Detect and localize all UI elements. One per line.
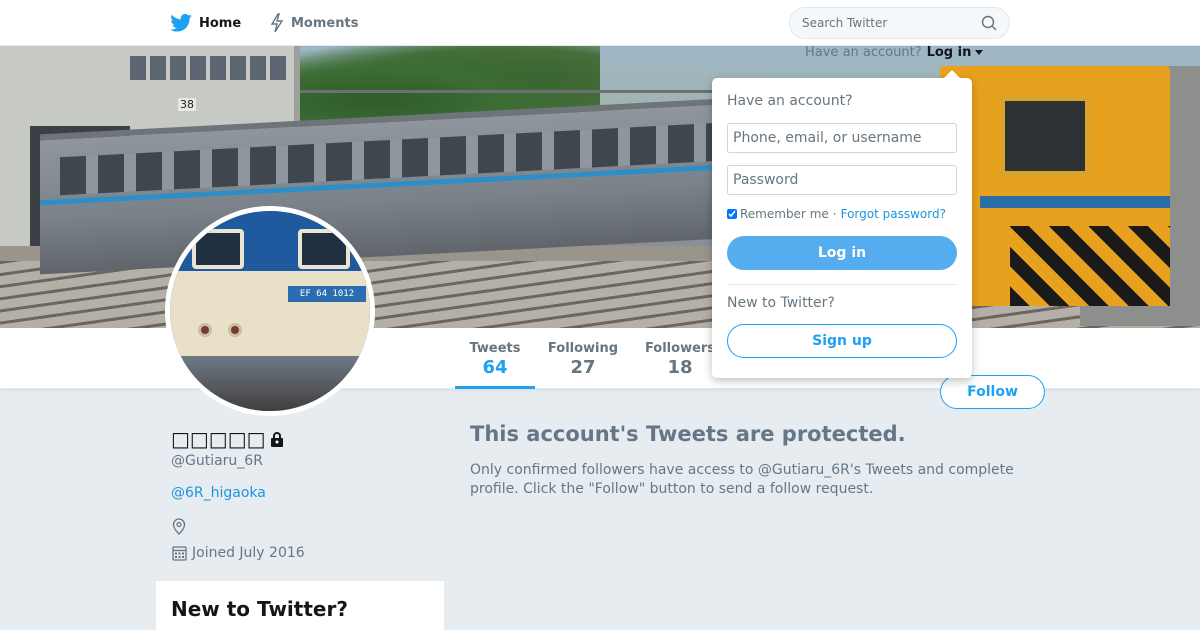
stat-following[interactable]: Following 27 (545, 328, 621, 389)
search-box (789, 7, 1010, 39)
forgot-password-link[interactable]: Forgot password? (841, 207, 946, 221)
search-icon[interactable] (981, 15, 997, 31)
new-to-twitter-label: New to Twitter? (727, 295, 835, 311)
caret-down-icon[interactable] (975, 50, 984, 55)
login-hint-link[interactable]: Log in (927, 45, 972, 60)
profile-avatar[interactable]: EF 64 1012 (165, 206, 375, 416)
stat-value: 64 (482, 357, 508, 378)
profile-name-text: □□□□□ (171, 427, 266, 451)
nav-home-label: Home (199, 15, 242, 31)
avatar-lamp-left (198, 323, 212, 337)
follow-button[interactable]: Follow (940, 375, 1045, 409)
profile-handle: @Gutiaru_6R (171, 453, 263, 469)
avatar-window-right (298, 229, 350, 269)
stat-value: 18 (667, 357, 693, 378)
joined-date: Joined July 2016 (172, 545, 305, 561)
nav-moments-label: Moments (291, 15, 359, 31)
location-icon (172, 518, 186, 535)
username-input[interactable] (727, 123, 957, 153)
stat-label: Following (547, 341, 619, 356)
locomotive-hazard-stripes (1010, 226, 1170, 306)
signup-promo-heading: New to Twitter? (171, 597, 348, 621)
locomotive-cab (1000, 96, 1090, 176)
stat-label: Tweets (469, 341, 521, 356)
stat-label: Followers (644, 341, 716, 356)
dropdown-divider (727, 284, 957, 285)
remember-label: Remember me (740, 207, 829, 221)
joined-text: Joined July 2016 (192, 545, 305, 561)
password-input[interactable] (727, 165, 957, 195)
protected-body: Only confirmed followers have access to … (470, 462, 1014, 497)
remember-separator: · (832, 207, 837, 221)
nav-moments[interactable]: Moments (270, 0, 358, 46)
login-dropdown-heading: Have an account? (727, 93, 853, 109)
signup-button[interactable]: Sign up (727, 324, 957, 358)
login-hint: Have an account? Log in (805, 45, 984, 60)
profile-name: □□□□□ (171, 427, 285, 451)
bio-mention-link[interactable]: @6R_higaoka (171, 485, 266, 501)
locomotive-stripe (980, 196, 1170, 208)
login-button[interactable]: Log in (727, 236, 957, 270)
stat-tweets[interactable]: Tweets 64 (455, 328, 535, 389)
building-number: 38 (178, 98, 196, 111)
stat-value: 27 (570, 357, 596, 378)
search-input[interactable] (802, 16, 972, 30)
avatar-locomotive-front (170, 271, 370, 361)
remember-row: Remember me · Forgot password? (727, 207, 946, 221)
avatar-undercarriage (170, 356, 370, 411)
avatar-lamp-right (228, 323, 242, 337)
building-windows (130, 56, 290, 80)
top-navigation-bar: Home Moments (0, 0, 1200, 46)
header-locomotive (940, 66, 1170, 306)
avatar-window-left (192, 229, 244, 269)
twitter-bird-icon (170, 14, 192, 32)
login-hint-prompt: Have an account? (805, 45, 922, 60)
nav-home[interactable]: Home (170, 0, 241, 46)
calendar-icon (172, 546, 187, 561)
stat-followers[interactable]: Followers 18 (643, 328, 717, 389)
signup-promo-box: New to Twitter? (156, 581, 444, 630)
remember-checkbox[interactable] (727, 209, 737, 219)
lock-icon (271, 432, 284, 447)
avatar-number-plate: EF 64 1012 (288, 286, 366, 302)
login-dropdown: Have an account? Remember me · Forgot pa… (712, 70, 972, 378)
lightning-icon (270, 13, 284, 33)
protected-title: This account's Tweets are protected. (470, 422, 906, 446)
